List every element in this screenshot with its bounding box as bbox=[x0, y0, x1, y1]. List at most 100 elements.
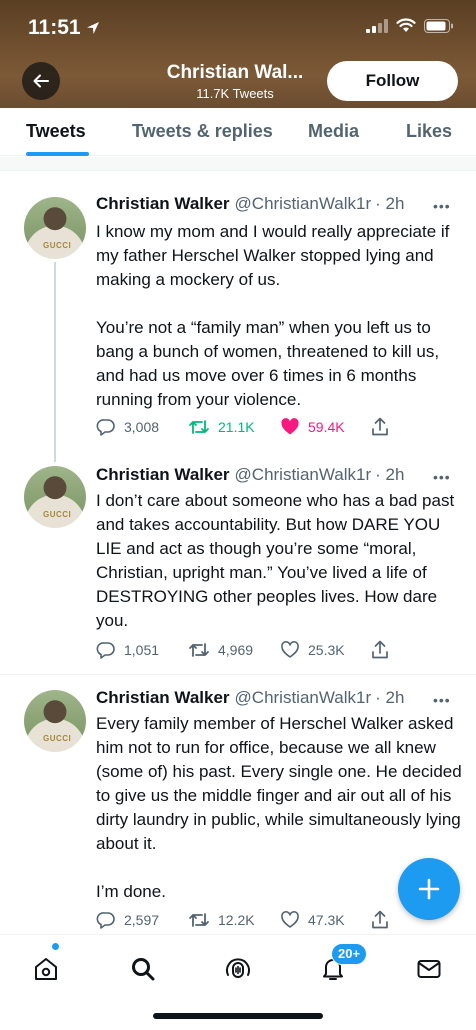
timeline-gap bbox=[0, 157, 476, 171]
tweet-author-handle[interactable]: @ChristianWalk1r bbox=[235, 194, 372, 214]
tab-tweets[interactable]: Tweets bbox=[26, 121, 86, 142]
more-options-icon[interactable]: ••• bbox=[433, 469, 451, 485]
compose-tweet-button[interactable] bbox=[398, 858, 460, 920]
tweet-author-handle[interactable]: @ChristianWalk1r bbox=[235, 465, 372, 485]
wifi-icon bbox=[396, 18, 416, 32]
tweet-author-handle[interactable]: @ChristianWalk1r bbox=[235, 688, 372, 708]
home-new-indicator bbox=[52, 943, 59, 950]
retweet-icon bbox=[189, 913, 209, 927]
tweet-time: · 2h bbox=[375, 194, 405, 213]
tweet-author-name[interactable]: Christian Walker bbox=[96, 194, 230, 214]
nav-spaces[interactable] bbox=[218, 949, 258, 989]
thread-connector-line bbox=[54, 262, 56, 462]
tweet-time: · 2h bbox=[375, 688, 405, 707]
tab-media[interactable]: Media bbox=[308, 121, 359, 142]
tweet-time: · 2h bbox=[375, 465, 405, 484]
retweet-icon bbox=[189, 420, 209, 434]
retweet-button[interactable]: 21.1K bbox=[188, 417, 255, 437]
tweet-header: Christian Walker @ChristianWalk1r · 2h bbox=[96, 465, 404, 485]
tweet-paragraph: You’re not a “family man” when you left … bbox=[96, 318, 440, 409]
tweet-paragraph: I don’t care about someone who has a bad… bbox=[96, 491, 455, 630]
like-count: 47.3K bbox=[308, 912, 345, 928]
home-icon bbox=[35, 958, 57, 980]
tweet-author-name[interactable]: Christian Walker bbox=[96, 465, 230, 485]
tweet-actions: 2,597 12.2K 47.3K bbox=[96, 910, 396, 932]
tweet-header: Christian Walker @ChristianWalk1r · 2h bbox=[96, 194, 404, 214]
reply-button[interactable]: 3,008 bbox=[96, 417, 159, 437]
more-options-icon[interactable]: ••• bbox=[433, 198, 451, 214]
reply-button[interactable]: 2,597 bbox=[96, 910, 159, 930]
avatar-shirt-logo: GUCCI bbox=[43, 734, 72, 743]
status-icons bbox=[366, 18, 454, 33]
reply-count: 1,051 bbox=[124, 642, 160, 658]
heart-icon bbox=[281, 911, 299, 928]
status-time-text: 11:51 bbox=[28, 16, 81, 39]
profile-tabs: Tweets Tweets & replies Media Likes bbox=[0, 108, 476, 156]
plus-icon bbox=[418, 878, 440, 900]
nav-search[interactable] bbox=[123, 949, 163, 989]
tweet-count: 11.7K Tweets bbox=[196, 86, 274, 101]
status-bar: 11:51 bbox=[0, 0, 476, 52]
retweet-button[interactable]: 12.2K bbox=[188, 910, 255, 930]
more-options-icon[interactable]: ••• bbox=[433, 692, 451, 708]
reply-button[interactable]: 1,051 bbox=[96, 640, 159, 660]
profile-name: Christian Wal... bbox=[166, 62, 304, 83]
like-button[interactable]: 59.4K bbox=[280, 417, 345, 437]
search-icon bbox=[132, 958, 155, 981]
reply-icon bbox=[96, 642, 115, 659]
back-button[interactable] bbox=[22, 62, 60, 100]
share-icon bbox=[372, 417, 388, 436]
profile-header-banner: 11:51 Christian Wal... 11.7K Tweets Foll… bbox=[0, 0, 476, 108]
signal-icon bbox=[366, 18, 388, 33]
share-icon bbox=[372, 640, 388, 659]
reply-icon bbox=[96, 419, 115, 436]
heart-icon bbox=[281, 641, 299, 658]
nav-messages[interactable] bbox=[409, 949, 449, 989]
avatar[interactable]: GUCCI bbox=[24, 690, 86, 752]
share-icon bbox=[372, 910, 388, 929]
reply-icon bbox=[96, 912, 115, 929]
retweet-count: 21.1K bbox=[218, 419, 255, 435]
location-arrow-icon bbox=[86, 22, 99, 34]
tab-tweets-and-replies[interactable]: Tweets & replies bbox=[132, 121, 273, 142]
retweet-icon bbox=[189, 643, 209, 657]
share-button[interactable] bbox=[370, 417, 390, 437]
share-button[interactable] bbox=[370, 640, 390, 660]
status-time: 11:51 bbox=[28, 16, 101, 40]
battery-icon bbox=[424, 18, 453, 33]
like-button[interactable]: 25.3K bbox=[280, 640, 345, 660]
tweet-text: I don’t care about someone who has a bad… bbox=[96, 489, 462, 633]
like-button[interactable]: 47.3K bbox=[280, 910, 345, 930]
nav-home[interactable] bbox=[26, 949, 66, 989]
active-tab-indicator bbox=[26, 152, 89, 156]
reply-count: 3,008 bbox=[124, 419, 160, 435]
tweet-text: I know my mom and I would really appreci… bbox=[96, 220, 462, 412]
tweet-paragraph: Every family member of Herschel Walker a… bbox=[96, 714, 462, 853]
heart-filled-icon bbox=[281, 418, 299, 435]
avatar-shirt-logo: GUCCI bbox=[43, 510, 72, 519]
tweet-header: Christian Walker @ChristianWalk1r · 2h bbox=[96, 688, 404, 708]
avatar[interactable]: GUCCI bbox=[24, 466, 86, 528]
tweet-actions: 1,051 4,969 25.3K bbox=[96, 640, 396, 662]
share-button[interactable] bbox=[370, 910, 390, 930]
tweet-divider bbox=[0, 674, 476, 675]
avatar[interactable]: GUCCI bbox=[24, 197, 86, 259]
like-count: 25.3K bbox=[308, 642, 345, 658]
back-arrow-icon bbox=[33, 74, 49, 88]
messages-icon bbox=[417, 960, 441, 978]
notifications-badge: 20+ bbox=[331, 943, 368, 965]
spaces-icon bbox=[226, 958, 250, 978]
header-title: Christian Wal... 11.7K Tweets bbox=[130, 62, 340, 101]
reply-count: 2,597 bbox=[124, 912, 160, 928]
avatar-shirt-logo: GUCCI bbox=[43, 241, 72, 250]
retweet-count: 12.2K bbox=[218, 912, 255, 928]
like-count: 59.4K bbox=[308, 419, 345, 435]
home-indicator bbox=[153, 1013, 323, 1019]
tab-likes[interactable]: Likes bbox=[406, 121, 452, 142]
tweet-author-name[interactable]: Christian Walker bbox=[96, 688, 230, 708]
follow-button[interactable]: Follow bbox=[327, 61, 458, 101]
retweet-button[interactable]: 4,969 bbox=[188, 640, 253, 660]
tweet-actions: 3,008 21.1K 59.4K bbox=[96, 417, 396, 439]
retweet-count: 4,969 bbox=[218, 642, 254, 658]
tweet-paragraph: I know my mom and I would really appreci… bbox=[96, 222, 450, 289]
